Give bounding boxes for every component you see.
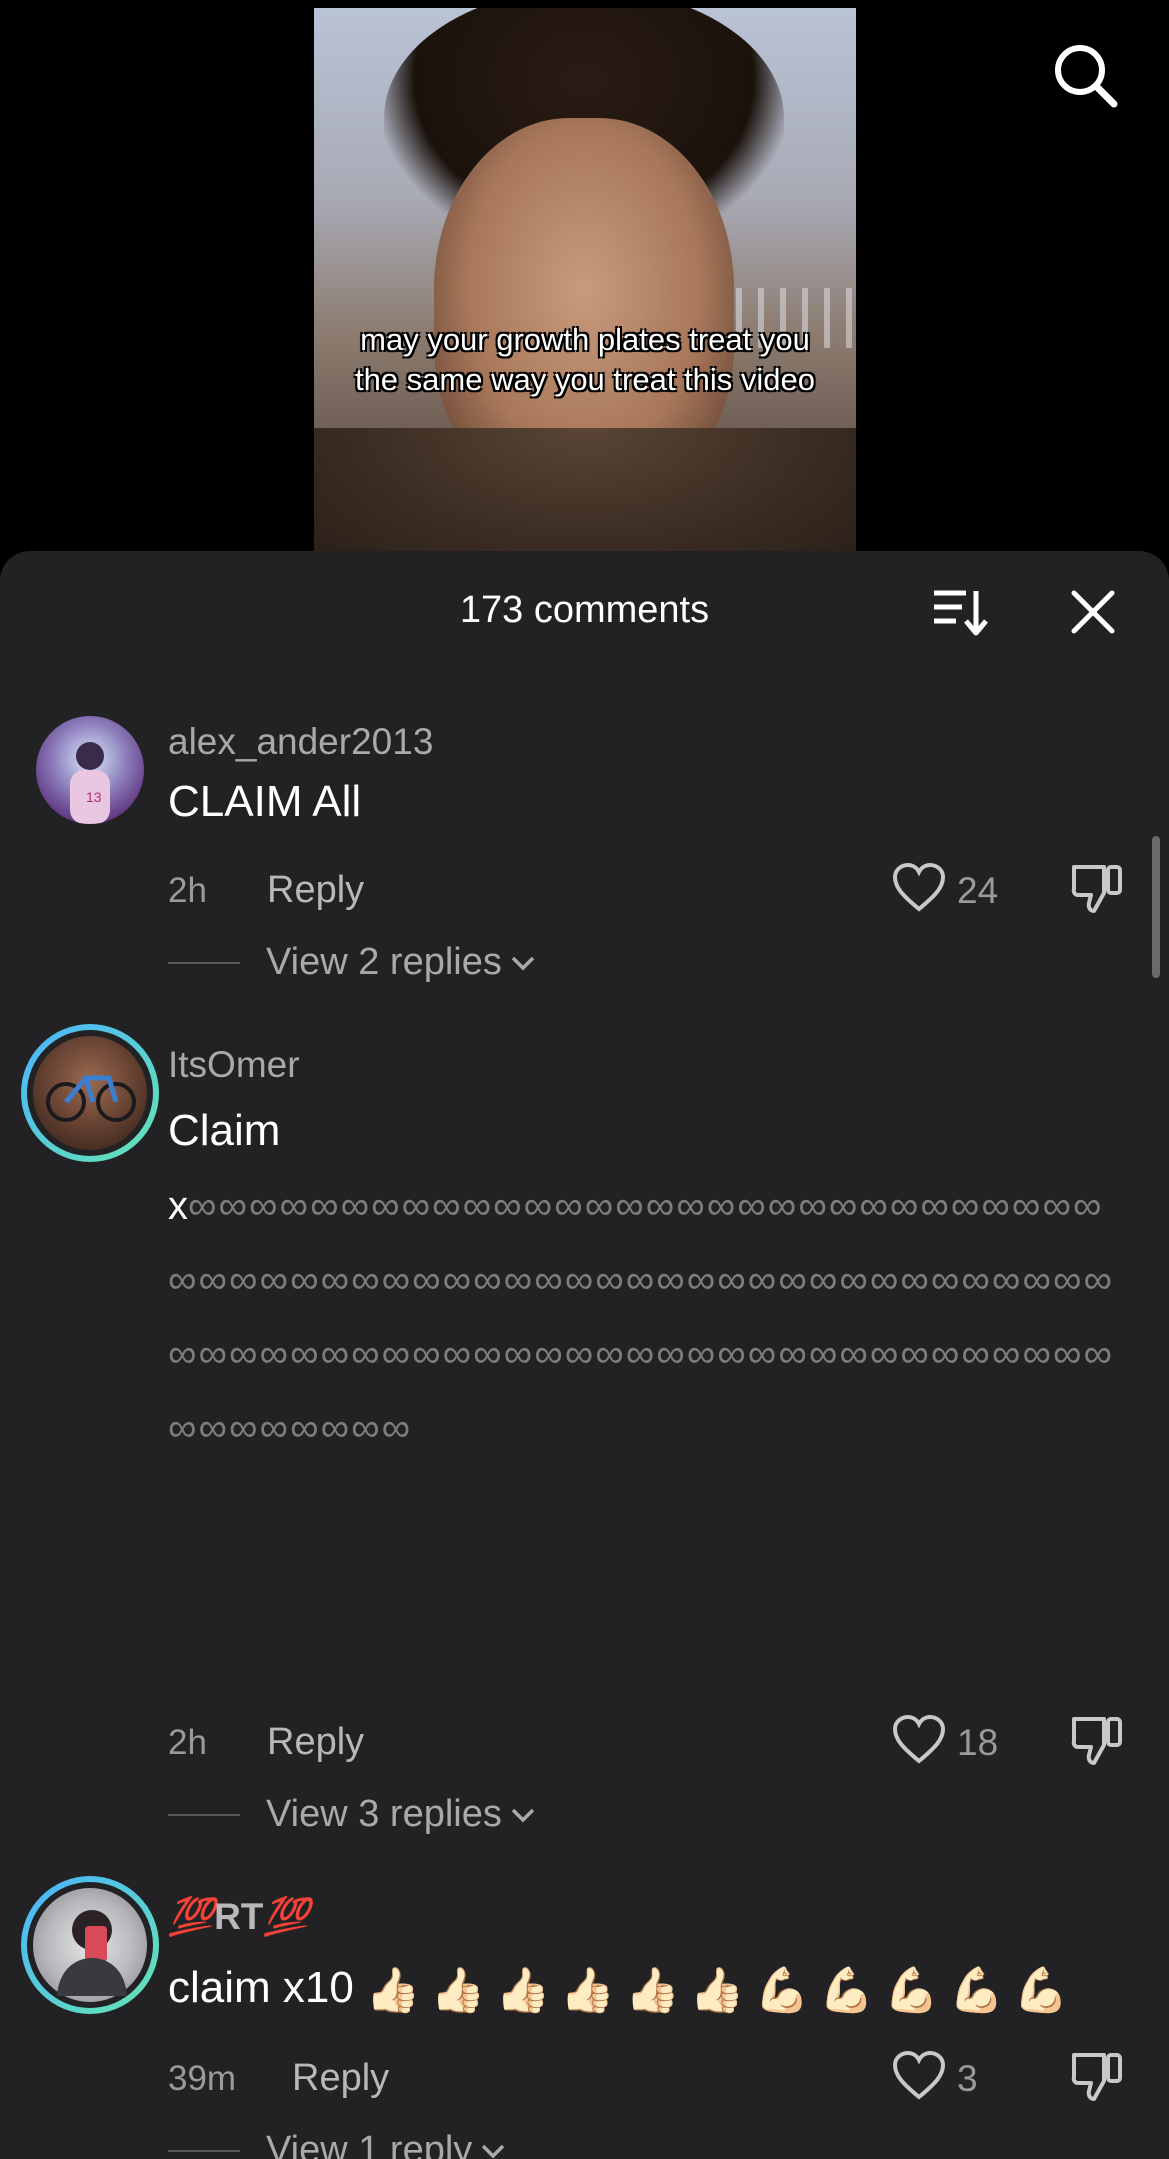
thumbs-up-emoji: 👍🏻 [495, 1966, 551, 2016]
emoji-row: 👍🏻 👍🏻 👍🏻 👍🏻 👍🏻 👍🏻 💪🏻 💪🏻 💪🏻 💪🏻 💪🏻 [366, 1964, 1069, 2016]
like-count: 3 [957, 2058, 978, 2099]
video-player[interactable]: may your growth plates treat you the sam… [0, 0, 1169, 560]
comment-username[interactable]: ItsOmer [168, 1044, 300, 1086]
comments-sheet[interactable]: 173 comments 13 alex_ander2013 CLAIM All… [0, 551, 1169, 2159]
comment-username[interactable]: 💯RT💯 [168, 1896, 309, 1939]
video-frame[interactable]: may your growth plates treat you the sam… [314, 8, 856, 560]
flexed-biceps-emoji: 💪🏻 [884, 1966, 940, 2016]
thumbs-up-emoji: 👍🏻 [560, 1966, 616, 2016]
reply-button[interactable]: Reply [267, 1721, 364, 1764]
comment-username[interactable]: alex_ander2013 [168, 721, 433, 763]
dislike-button[interactable] [1070, 2049, 1124, 2103]
search-icon [1055, 45, 1118, 108]
comment-time: 2h [168, 871, 207, 910]
avatar-image: 13 [70, 742, 110, 824]
view-replies-label: View 2 replies [266, 941, 502, 983]
heart-icon [892, 1714, 946, 1764]
comment-text: Claim [168, 1106, 281, 1155]
comment-count: 173 comments [459, 589, 710, 631]
bicycle-icon [46, 1075, 136, 1122]
like-button[interactable] [892, 862, 946, 913]
replies-divider-line [168, 961, 240, 964]
view-replies-label: View 3 replies [266, 1793, 502, 1835]
replies-divider-line [168, 1813, 240, 1816]
avatar[interactable]: 13 [36, 716, 144, 824]
view-replies-button[interactable]: View 2 replies [168, 941, 536, 984]
hundred-emoji-icon: 💯 [263, 1896, 310, 1937]
flexed-biceps-emoji: 💪🏻 [754, 1966, 810, 2016]
sort-button[interactable] [932, 587, 988, 637]
dislike-button[interactable] [1070, 861, 1124, 915]
view-replies-button[interactable]: View 1 reply [168, 2129, 506, 2159]
avatar[interactable] [21, 1024, 159, 1162]
svg-text:13: 13 [86, 789, 102, 805]
thumbs-up-emoji: 👍🏻 [625, 1966, 680, 2016]
comment-time: 2h [168, 1723, 207, 1762]
view-replies-label: View 1 reply [266, 2129, 473, 2159]
flexed-biceps-emoji: 💪🏻 [819, 1966, 875, 2016]
sort-icon [934, 590, 988, 636]
comment-text-prefix: x [168, 1184, 188, 1228]
like-button[interactable] [892, 2050, 946, 2101]
flexed-biceps-emoji: 💪🏻 [949, 1966, 1004, 2016]
reply-button[interactable]: Reply [267, 869, 364, 912]
video-caption: may your growth plates treat you the sam… [354, 322, 816, 397]
reply-button[interactable]: Reply [292, 2057, 389, 2100]
flexed-biceps-emoji: 💪🏻 [1013, 1966, 1069, 2016]
video-subject-jacket [314, 428, 856, 560]
close-icon [1071, 590, 1115, 634]
close-button[interactable] [1068, 587, 1118, 637]
like-count: 18 [957, 1722, 999, 1763]
search-button[interactable] [1050, 40, 1120, 110]
thumbs-down-icon [1071, 1717, 1122, 1765]
like-button[interactable] [892, 1714, 946, 1765]
chevron-down-icon [511, 1808, 535, 1822]
comment-text: claim x10 👍🏻 👍🏻 👍🏻 👍🏻 👍🏻 👍🏻 💪🏻 💪🏻 💪🏻 💪🏻 💪🏻 [168, 1963, 1069, 2016]
comment-text-continued: x∞∞∞∞∞∞∞∞∞∞∞∞∞∞∞∞∞∞∞∞∞∞∞∞∞∞∞∞∞∞∞∞∞∞∞∞∞∞∞… [168, 1169, 1128, 1465]
chevron-down-icon [511, 956, 535, 970]
comment-text-words: claim x10 [168, 1963, 354, 2012]
like-count: 24 [957, 870, 999, 911]
person-selfie-icon [57, 1910, 127, 1996]
thumbs-up-emoji: 👍🏻 [689, 1966, 745, 2016]
infinity-symbols: ∞∞∞∞∞∞∞∞∞∞∞∞∞∞∞∞∞∞∞∞∞∞∞∞∞∞∞∞∞∞∞∞∞∞∞∞∞∞∞∞… [168, 1184, 1114, 1450]
heart-icon [892, 862, 946, 912]
replies-divider-line [168, 2149, 240, 2152]
thumbs-up-emoji: 👍🏻 [365, 1966, 421, 2016]
avatar[interactable] [21, 1876, 159, 2014]
view-replies-button[interactable]: View 3 replies [168, 1793, 536, 1836]
chevron-down-icon [482, 2144, 505, 2158]
comment-time: 39m [168, 2059, 237, 2098]
scrollbar[interactable] [1152, 836, 1160, 978]
hundred-emoji-icon: 💯 [168, 1896, 215, 1937]
comment-text: CLAIM All [168, 777, 362, 826]
thumbs-down-icon [1071, 865, 1122, 913]
thumbs-down-icon [1071, 2053, 1122, 2101]
username-text: RT [214, 1896, 264, 1937]
dislike-button[interactable] [1070, 1713, 1124, 1767]
heart-icon [892, 2050, 946, 2100]
thumbs-up-emoji: 👍🏻 [430, 1966, 486, 2016]
comments-header: 173 comments [0, 551, 1169, 675]
